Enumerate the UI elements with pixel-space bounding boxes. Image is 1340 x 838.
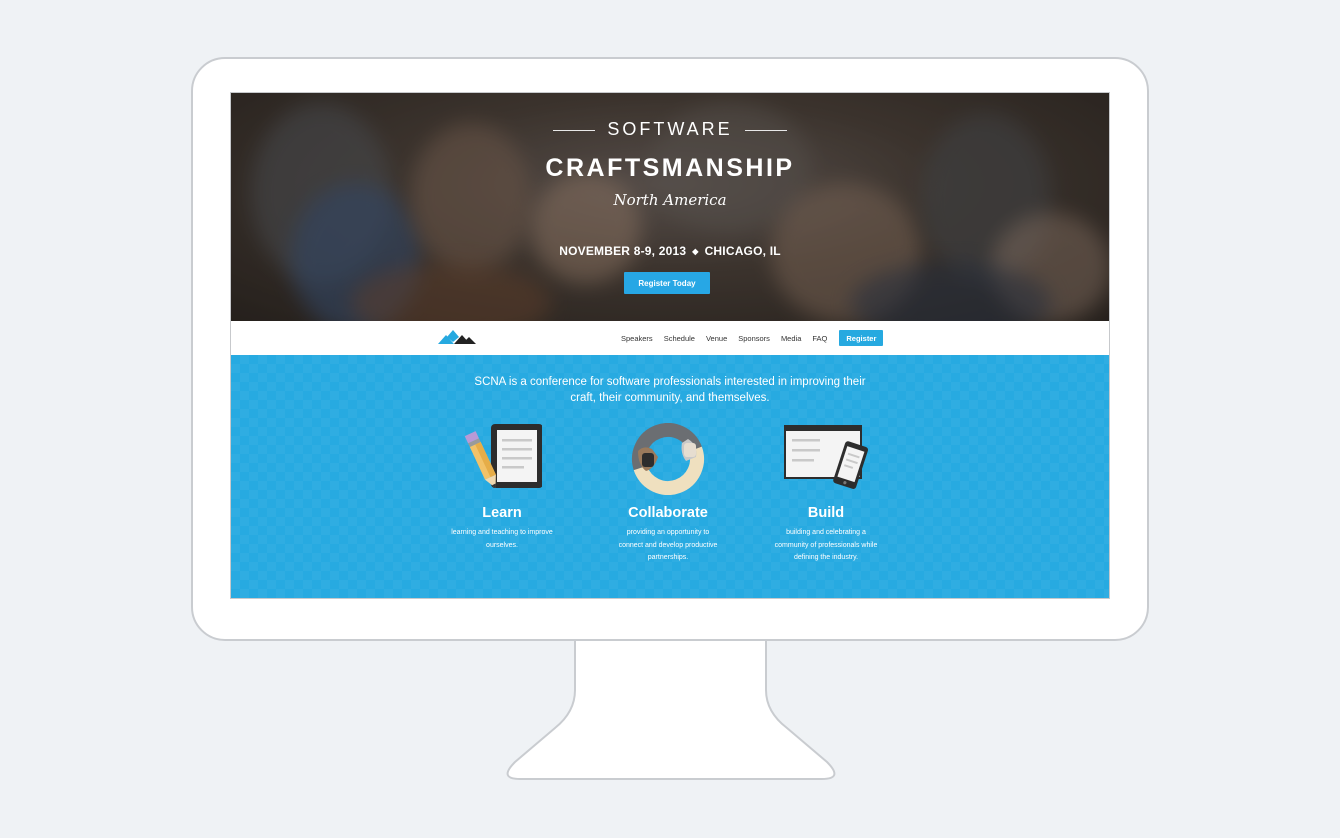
browser-phone-icon [784, 425, 869, 489]
hero-software-line: SOFTWARE [231, 119, 1109, 140]
scna-logo-icon[interactable] [438, 330, 478, 346]
event-date: NOVEMBER 8-9, 2013 [559, 244, 687, 258]
nav-faq[interactable]: FAQ [812, 334, 827, 343]
feature-learn-title: Learn [482, 505, 522, 521]
nav-sponsors[interactable]: Sponsors [738, 334, 770, 343]
feature-learn: Learn learning and teaching to improve o… [427, 423, 577, 552]
feature-collaborate-desc: providing an opportunity to connect and … [593, 527, 743, 565]
nav-speakers[interactable]: Speakers [621, 334, 653, 343]
feature-learn-desc: learning and teaching to improve ourselv… [427, 527, 577, 552]
feature-collaborate: Collaborate providing an opportunity to … [593, 423, 743, 565]
feature-collaborate-title: Collaborate [628, 505, 708, 521]
intro-line-1: SCNA is a conference for software profes… [474, 376, 866, 388]
nav-register-button[interactable]: Register [839, 330, 884, 346]
intro-text: SCNA is a conference for software profes… [231, 374, 1109, 406]
event-date-location: NOVEMBER 8-9, 2013 ◆ CHICAGO, IL [231, 244, 1109, 258]
feature-collaborate-desc-line-3: partnerships. [647, 554, 689, 561]
feature-build: Build building and celebrating a communi… [751, 423, 901, 565]
feature-build-desc-line-1: building and celebrating a [786, 529, 866, 536]
hero-subtitle: North America [613, 191, 727, 209]
navigation-bar: Speakers Schedule Venue Sponsors Media F… [231, 321, 1109, 355]
feature-build-desc-line-2: community of professionals while [774, 541, 878, 549]
feature-build-desc: building and celebrating a community of … [751, 527, 901, 565]
feature-build-title: Build [807, 505, 845, 521]
nav-schedule[interactable]: Schedule [664, 334, 695, 343]
nav-media[interactable]: Media [781, 334, 801, 343]
feature-learn-desc-line-1: learning and teaching to improve [451, 529, 553, 536]
feature-collaborate-desc-line-2: connect and develop productive [618, 541, 718, 549]
feature-learn-desc-line-2: ourselves. [486, 541, 518, 549]
intro-line-2: craft, their community, and themselves. [570, 392, 770, 404]
hero-software: SOFTWARE [607, 119, 733, 139]
hero-banner: SOFTWARE CRAFTSMANSHIP North America NOV… [231, 93, 1109, 321]
register-today-button[interactable]: Register Today [624, 272, 710, 294]
feature-build-desc-line-3: defining the industry. [793, 554, 859, 561]
hero-title: CRAFTSMANSHIP [545, 154, 795, 182]
nav-links: Speakers Schedule Venue Sponsors Media F… [621, 321, 884, 355]
nav-venue[interactable]: Venue [706, 334, 727, 343]
feature-collaborate-desc-line-1: providing an opportunity to [626, 529, 710, 536]
about-section: SCNA is a conference for software profes… [231, 355, 1109, 598]
diamond-icon: ◆ [692, 247, 699, 256]
website-screen: SOFTWARE CRAFTSMANSHIP North America NOV… [230, 92, 1110, 599]
event-location: CHICAGO, IL [704, 244, 781, 258]
handshake-icon [632, 423, 704, 495]
tablet-pencil-icon [464, 424, 542, 489]
